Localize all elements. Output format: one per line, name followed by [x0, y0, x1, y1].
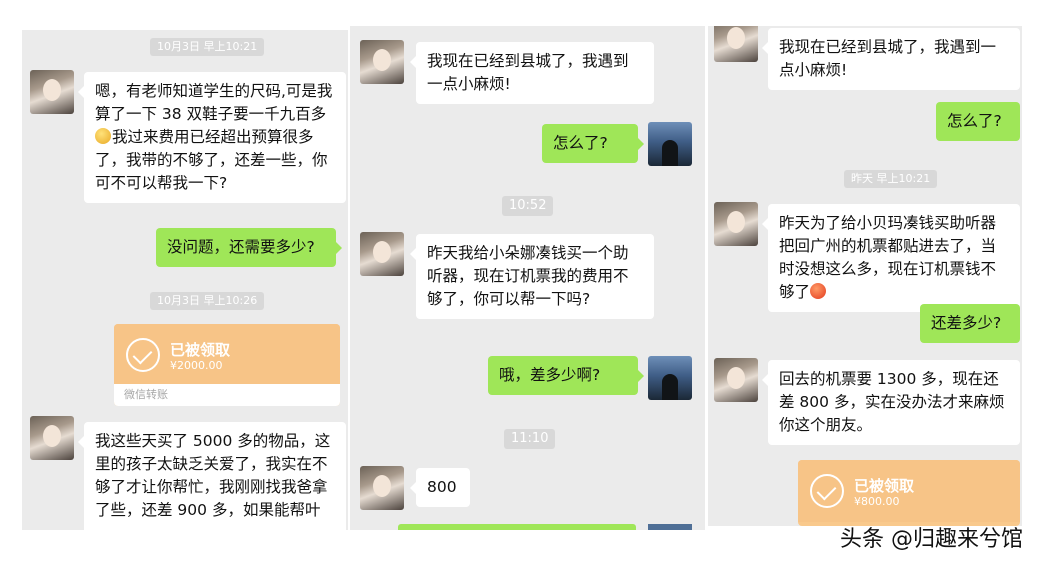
timestamp: 10月3日 早上10:26 [150, 292, 265, 310]
my-avatar[interactable] [648, 524, 692, 530]
contact-avatar[interactable] [714, 26, 758, 62]
angry-face-emoji-icon [810, 283, 827, 299]
message-text: 怎么了? [553, 134, 608, 152]
chat-panel-2: 我现在已经到县城了，我遇到一点小麻烦! 怎么了? 10:52 昨天我给小朵娜凑钱… [350, 26, 705, 530]
my-message-bubble[interactable]: 怎么了? [936, 102, 1020, 141]
timestamp: 10月3日 早上10:21 [150, 38, 265, 56]
message-text: 怎么了? [947, 112, 1002, 130]
transfer-status: 已被领取 [854, 477, 915, 495]
contact-avatar[interactable] [360, 466, 404, 510]
contact-avatar[interactable] [360, 40, 404, 84]
transfer-label: 微信转账 [114, 384, 340, 406]
message-bubble[interactable]: 昨天为了给小贝玛凑钱买助听器把回广州的机票都贴进去了，当时没想这么多，现在订机票… [762, 204, 1020, 312]
check-circle-icon [126, 338, 160, 372]
message-text: 没问题，还需要多少? [167, 238, 315, 256]
contact-avatar[interactable] [360, 232, 404, 276]
message-text: 回去的机票要 1300 多，现在还差 800 多，实在没办法才来麻烦你这个朋友。 [779, 370, 1005, 434]
contact-avatar[interactable] [30, 416, 74, 460]
message-text: 还差多少? [931, 314, 1002, 332]
message-text: 哦，差多少啊? [499, 366, 601, 384]
message-text: 我过来费用已经超出预算很多了，我带的不够了，还差一些，你可不可以帮我一下? [95, 128, 328, 192]
contact-avatar[interactable] [714, 202, 758, 246]
message-text: 昨天我给小朵娜凑钱买一个助听器，现在订机票我的费用不够了，你可以帮一下吗? [427, 244, 629, 308]
message-text: 嗯，有老师知道学生的尺码,可是我算了一下 38 双鞋子要一千九百多 [95, 82, 333, 123]
transfer-amount: ¥2000.00 [170, 359, 223, 372]
message-text: 我现在已经到县城了，我遇到一点小麻烦! [779, 38, 997, 79]
watermark: 头条 @归趣来兮馆 [840, 527, 1023, 552]
transfer-amount: ¥800.00 [854, 495, 900, 508]
message-bubble[interactable]: 昨天我给小朵娜凑钱买一个助听器，现在订机票我的费用不够了，你可以帮一下吗? [410, 234, 654, 319]
message-text: 我现在已经到县城了，我遇到一点小麻烦! [427, 52, 629, 93]
timestamp: 昨天 早上10:21 [844, 170, 938, 188]
screenshot-collage: 10月3日 早上10:21 嗯，有老师知道学生的尺码,可是我算了一下 38 双鞋… [0, 0, 1043, 566]
message-bubble[interactable]: 回去的机票要 1300 多，现在还差 800 多，实在没办法才来麻烦你这个朋友。 [762, 360, 1020, 445]
transfer-card[interactable]: 已被领取 ¥800.00 [798, 460, 1020, 526]
message-bubble[interactable]: 嗯，有老师知道学生的尺码,可是我算了一下 38 双鞋子要一千九百多 我过来费用已… [78, 72, 346, 203]
transfer-card[interactable]: 已被领取 ¥2000.00 微信转账 [114, 324, 340, 406]
my-avatar[interactable] [648, 122, 692, 166]
transfer-status: 已被领取 [170, 341, 231, 359]
message-text: 我这些天买了 5000 多的物品，这里的孩子太缺乏关爱了，我实在不够了才让你帮忙… [95, 432, 331, 519]
chat-panel-1: 10月3日 早上10:21 嗯，有老师知道学生的尺码,可是我算了一下 38 双鞋… [22, 30, 348, 530]
my-message-bubble[interactable]: 还差多少? [920, 304, 1020, 343]
my-message-bubble[interactable] [398, 524, 636, 530]
message-text: 800 [427, 478, 457, 496]
my-avatar[interactable] [648, 356, 692, 400]
contact-avatar[interactable] [30, 70, 74, 114]
message-bubble[interactable]: 我现在已经到县城了，我遇到一点小麻烦! [762, 28, 1020, 90]
my-message-bubble[interactable]: 没问题，还需要多少? [156, 228, 342, 267]
check-circle-icon [810, 474, 844, 508]
timestamp: 10:52 [502, 196, 554, 216]
message-bubble[interactable]: 800 [410, 468, 470, 507]
contact-avatar[interactable] [714, 358, 758, 402]
my-message-bubble[interactable]: 怎么了? [542, 124, 644, 163]
message-bubble[interactable]: 我现在已经到县城了，我遇到一点小麻烦! [410, 42, 654, 104]
my-message-bubble[interactable]: 哦，差多少啊? [488, 356, 644, 395]
dizzy-face-emoji-icon [95, 128, 111, 144]
message-bubble[interactable]: 我这些天买了 5000 多的物品，这里的孩子太缺乏关爱了，我实在不够了才让你帮忙… [78, 422, 346, 530]
chat-panel-3: 我现在已经到县城了，我遇到一点小麻烦! 怎么了? 昨天 早上10:21 昨天为了… [708, 26, 1022, 526]
timestamp: 11:10 [504, 429, 556, 449]
